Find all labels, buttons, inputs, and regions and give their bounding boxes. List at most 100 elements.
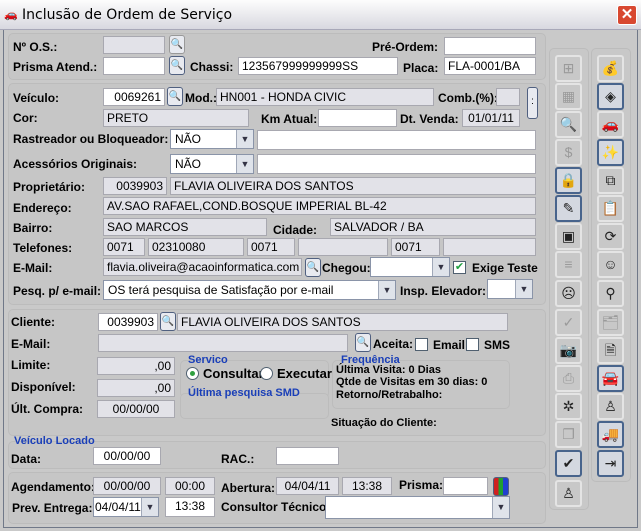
smiley-icon[interactable]: ☺ xyxy=(597,251,624,278)
chevron-down-icon[interactable]: ▼ xyxy=(378,281,395,299)
endereco-field: AV.SAO RAFAEL,COND.BOSQUE IMPERIAL BL-42 xyxy=(103,197,536,215)
proprietario-label: Proprietário: xyxy=(13,180,86,194)
folders-icon: 🗂 xyxy=(597,309,624,336)
search-client-email-icon[interactable]: 🔍 xyxy=(355,333,371,352)
rastreador-text[interactable] xyxy=(257,130,536,150)
proprietario-name: FLAVIA OLIVEIRA DOS SANTOS xyxy=(170,177,536,195)
consultor-select[interactable]: ▼ xyxy=(325,496,510,519)
executar-label: Executar xyxy=(277,366,332,381)
dt-venda-label: Dt. Venda: xyxy=(400,112,459,126)
disponivel-field: ,00 xyxy=(97,379,175,397)
faucet-icon[interactable]: ⚲ xyxy=(597,280,624,307)
save-check-icon[interactable]: ✔ xyxy=(555,450,582,477)
sad-face-icon[interactable]: ☹ xyxy=(555,280,582,307)
chegou-select[interactable]: ▼ xyxy=(370,257,450,277)
acessorios-select[interactable]: NÃO ▼ xyxy=(170,154,254,174)
camera-icon[interactable]: 📷 xyxy=(555,337,582,364)
rac-field[interactable] xyxy=(276,447,339,465)
pesq-email-label: Pesq. p/ e-mail: xyxy=(13,284,102,298)
email-field: flavia.oliveira@acaoinformatica.com xyxy=(103,258,302,276)
copy-icon: ❐ xyxy=(555,421,582,448)
money-bag-icon[interactable]: 💰 xyxy=(597,55,624,82)
cliente-code[interactable]: 0039903 xyxy=(98,313,158,331)
insp-elevador-select[interactable]: ▼ xyxy=(487,279,533,299)
document-icon[interactable]: 🗎 xyxy=(597,337,624,364)
chevron-down-icon[interactable]: ▼ xyxy=(141,498,158,516)
rastreador-select[interactable]: NÃO ▼ xyxy=(170,129,254,149)
search-prisma-icon[interactable]: 🔍 xyxy=(169,56,185,75)
ult-compra-label: Últ. Compra: xyxy=(11,402,83,416)
pre-ordem-field[interactable] xyxy=(444,37,536,55)
mod-field: HN001 - HONDA CIVIC xyxy=(216,88,434,106)
prev-entrega-date[interactable]: 04/04/11 ▼ xyxy=(93,497,159,517)
ult-compra-field: 00/00/00 xyxy=(97,400,175,418)
executar-radio[interactable] xyxy=(260,367,273,380)
search-veiculo-icon[interactable]: 🔍 xyxy=(167,87,183,106)
telefone-ddd-2: 0071 xyxy=(247,238,295,256)
car-icon[interactable]: 🚗 xyxy=(597,111,624,138)
veiculo-field[interactable]: 0069261 xyxy=(103,88,165,106)
users-lock-icon[interactable]: 🔒 xyxy=(555,167,582,194)
aceita-sms-checkbox[interactable] xyxy=(466,338,479,351)
search-cliente-icon[interactable]: 🔍 xyxy=(160,312,176,331)
edit-document-icon[interactable]: ✎ xyxy=(555,195,582,222)
chevron-down-icon[interactable]: ▼ xyxy=(236,155,253,173)
telefone-ddd-3: 0071 xyxy=(391,238,440,256)
prev-entrega-time[interactable]: 13:38 xyxy=(165,497,215,517)
proprietario-code: 0039903 xyxy=(103,177,167,195)
consultar-radio[interactable] xyxy=(186,367,199,380)
chevron-down-icon[interactable]: ▼ xyxy=(492,497,509,518)
prisma-atend-field[interactable] xyxy=(103,57,165,75)
placa-field[interactable]: FLA-0001/BA xyxy=(444,57,536,75)
clipboard-icon[interactable]: 📋 xyxy=(597,195,624,222)
cidade-field: SALVADOR / BA xyxy=(330,218,536,236)
disponivel-label: Disponível: xyxy=(11,380,76,394)
os-field[interactable] xyxy=(103,36,165,54)
rastreador-label: Rastreador ou Bloqueador: xyxy=(13,132,169,146)
exit-door-icon[interactable]: ⇥ xyxy=(597,450,624,477)
truck-icon[interactable]: 🚚 xyxy=(597,421,624,448)
consultar-label: Consultar xyxy=(203,366,264,381)
close-icon[interactable]: ✕ xyxy=(617,5,637,25)
chevron-down-icon[interactable]: ▼ xyxy=(236,130,253,148)
person-icon[interactable]: ♙ xyxy=(555,480,582,507)
pre-ordem-label: Pré-Ordem: xyxy=(372,40,439,54)
aceita-label: Aceita: xyxy=(373,337,414,351)
chassi-field[interactable]: 123567999999999SS xyxy=(238,57,398,75)
aceita-email-label: Email xyxy=(433,338,466,352)
km-field[interactable] xyxy=(318,109,397,127)
os-label: Nº O.S.: xyxy=(13,40,58,54)
prisma-field[interactable] xyxy=(443,477,488,495)
chassi-label: Chassi: xyxy=(190,60,234,74)
person-icon[interactable]: ♙ xyxy=(597,393,624,420)
veiculo-label: Veículo: xyxy=(13,91,60,105)
search-email-icon[interactable]: 🔍 xyxy=(305,258,321,277)
client-email-field xyxy=(98,334,348,352)
bug-icon[interactable]: ✲ xyxy=(555,393,582,420)
cor-label: Cor: xyxy=(13,111,38,125)
toolbox-icon[interactable]: ▣ xyxy=(555,223,582,250)
pesq-email-select[interactable]: OS terá pesquisa de Satisfação por e-mai… xyxy=(103,280,396,300)
car-front-icon[interactable]: 🚘 xyxy=(597,365,624,392)
aceita-email-checkbox[interactable] xyxy=(415,338,428,351)
document-zoom-icon: 🔍 xyxy=(555,111,582,138)
refresh-icon[interactable]: ⟳ xyxy=(597,223,624,250)
exige-teste-checkbox[interactable]: ✔ xyxy=(453,261,466,274)
chevron-down-icon[interactable]: ▼ xyxy=(432,258,449,276)
retorno-retrabalho: Retorno/Retrabalho: xyxy=(336,389,443,401)
table-edit-icon: ▦ xyxy=(555,83,582,110)
person-sparkle-icon[interactable]: ✨ xyxy=(597,139,624,166)
veiculo-locado-title: Veículo Locado xyxy=(14,435,95,447)
color-picker-icon[interactable] xyxy=(493,477,509,496)
chevron-down-icon[interactable]: ▼ xyxy=(515,280,532,298)
more-button[interactable]: : xyxy=(527,87,538,119)
printer-icon: ⎙ xyxy=(555,365,582,392)
abertura-date: 04/04/11 xyxy=(276,477,339,495)
acessorios-text[interactable] xyxy=(257,154,536,174)
copy-question-icon[interactable]: ⧉ xyxy=(597,167,624,194)
coins-icon[interactable]: ◈ xyxy=(597,83,624,110)
locado-data-field[interactable]: 00/00/00 xyxy=(93,447,161,465)
text-lines-icon: ≡ xyxy=(555,251,582,278)
client-email-label: E-Mail: xyxy=(11,337,51,351)
search-os-icon[interactable]: 🔍 xyxy=(169,35,185,54)
